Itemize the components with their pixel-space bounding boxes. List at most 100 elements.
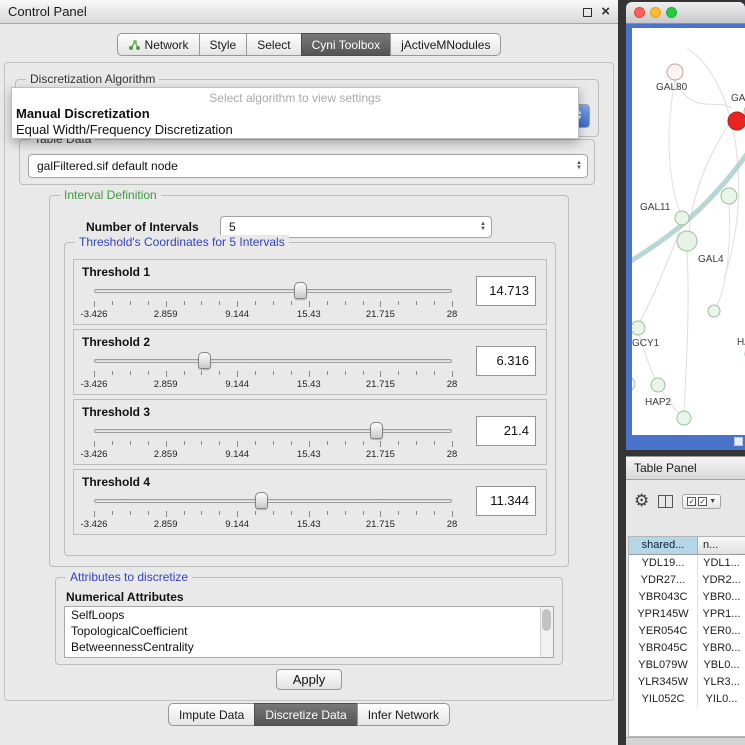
slider-tick [184,511,185,515]
network-node[interactable] [728,112,745,130]
close-traffic-light-icon[interactable] [634,7,645,18]
slider-axis-labels: -3.4262.8599.14415.4321.71528 [94,379,452,391]
axis-tick-label: 21.715 [366,379,395,390]
cell-name: YPR1... [698,606,745,623]
slider-tick [166,441,167,447]
table-row[interactable]: YLR345WYLR3... [629,674,745,691]
network-edge[interactable] [684,251,688,411]
cell-name: YIL0... [698,691,745,708]
attributes-listbox[interactable]: SelfLoopsTopologicalCoefficientBetweenne… [64,606,554,658]
network-node[interactable] [721,188,737,204]
slider-tick [398,511,399,515]
network-node[interactable] [651,378,665,392]
network-node-label: GAL80 [656,82,688,93]
attribute-list-item[interactable]: BetweennessCentrality [65,639,553,655]
scrollbar-thumb[interactable] [542,609,551,631]
table-row[interactable]: YBR045CYBR0... [629,640,745,657]
slider-ticks [94,301,452,308]
slider-tick [237,441,238,447]
vertical-scrollbar[interactable] [540,607,553,657]
slider-tick [380,301,381,307]
network-node[interactable] [675,211,689,225]
threshold-slider[interactable]: -3.4262.8599.14415.4321.71528 [94,422,452,462]
zoom-traffic-light-icon[interactable] [666,7,677,18]
network-edge[interactable] [669,80,680,212]
slider-tick [94,441,95,447]
table-row[interactable]: YBR043CYBR0... [629,589,745,606]
gear-icon[interactable]: ⚙ [634,492,649,510]
attribute-list-item[interactable]: TopologicalCoefficient [65,623,553,639]
bottom-tab-infer-network[interactable]: Infer Network [357,703,450,726]
table-row[interactable]: YDL19...YDL1... [629,555,745,572]
threshold-label: Threshold 4 [82,475,150,489]
table-row[interactable]: YBL079WYBL0... [629,657,745,674]
threshold-slider[interactable]: -3.4262.8599.14415.4321.71528 [94,352,452,392]
axis-tick-label: 15.43 [297,309,321,320]
threshold-slider[interactable]: -3.4262.8599.14415.4321.71528 [94,492,452,532]
slider-tick [309,371,310,377]
column-header-name[interactable]: n... [698,537,745,554]
bottom-tab-discretize-data[interactable]: Discretize Data [254,703,357,726]
algorithm-option[interactable]: Manual Discretization [12,106,578,122]
checkbox-icon: ✓ [698,497,707,506]
network-node[interactable] [677,231,697,251]
table-row[interactable]: YDR27...YDR2... [629,572,745,589]
table-row[interactable]: YIL052CYIL0... [629,691,745,708]
combo-arrows-icon: ▲▼ [571,161,587,171]
threshold-value-box[interactable]: 6.316 [476,346,536,376]
float-window-icon[interactable] [583,8,592,17]
slider-thumb[interactable] [198,352,211,369]
table-header-row: shared... n... [629,537,745,555]
tab-select[interactable]: Select [246,33,301,56]
slider-tick [327,301,328,305]
threshold-slider[interactable]: -3.4262.8599.14415.4321.71528 [94,282,452,322]
attributes-group-title: Attributes to discretize [66,570,192,584]
bottom-tab-impute-data[interactable]: Impute Data [168,703,255,726]
slider-tick [363,511,364,515]
network-node[interactable] [677,411,691,425]
threshold-value-box[interactable]: 11.344 [476,486,536,516]
axis-tick-label: 9.144 [225,379,249,390]
algorithm-option[interactable]: Equal Width/Frequency Discretization [12,122,578,138]
network-node[interactable] [632,321,645,335]
thresholds-group-title: Threshold's Coordinates for 5 Intervals [75,235,289,249]
table-row[interactable]: YPR145WYPR1... [629,606,745,623]
slider-tick [273,441,274,445]
slider-thumb[interactable] [294,282,307,299]
threshold-value-box[interactable]: 21.4 [476,416,536,446]
slider-track [94,499,452,503]
slider-ticks [94,371,452,378]
network-node[interactable] [667,64,683,80]
minimize-traffic-light-icon[interactable] [650,7,661,18]
network-canvas[interactable]: GAL80GAL7GAL11GAL4GCY1HAP4HAP2 [632,28,745,435]
node-table: shared... n... YDL19...YDL1...YDR27...YD… [628,536,745,737]
table-row[interactable]: YER054CYER0... [629,623,745,640]
tab-style[interactable]: Style [199,33,248,56]
slider-tick [184,441,185,445]
column-visibility-button[interactable]: ✓ ✓ ▼ [682,494,721,509]
tab-cyni-toolbox[interactable]: Cyni Toolbox [301,33,391,56]
columns-icon[interactable] [658,495,673,508]
tab-network[interactable]: Network [117,33,200,56]
slider-track [94,359,452,363]
slider-thumb[interactable] [370,422,383,439]
close-icon[interactable]: × [601,4,610,19]
slider-tick [130,441,131,445]
slider-tick [452,511,453,517]
slider-tick [219,371,220,375]
popup-items: Manual DiscretizationEqual Width/Frequen… [12,106,578,138]
threshold-value-box[interactable]: 14.713 [476,276,536,306]
table-data-combo[interactable]: galFiltered.sif default node ▲▼ [28,154,588,178]
attribute-list-item[interactable]: SelfLoops [65,607,553,623]
slider-tick [219,441,220,445]
network-node[interactable] [708,305,720,317]
combo-arrows-icon: ▲▼ [475,222,491,232]
birdseye-toggle[interactable] [734,437,743,446]
tab-jactivemnodules[interactable]: jActiveMNodules [390,33,501,56]
network-node[interactable] [632,377,635,391]
axis-tick-label: 21.715 [366,519,395,530]
slider-tick [112,441,113,445]
apply-button[interactable]: Apply [276,669,342,690]
column-header-shared-name[interactable]: shared... [629,537,698,554]
slider-thumb[interactable] [255,492,268,509]
